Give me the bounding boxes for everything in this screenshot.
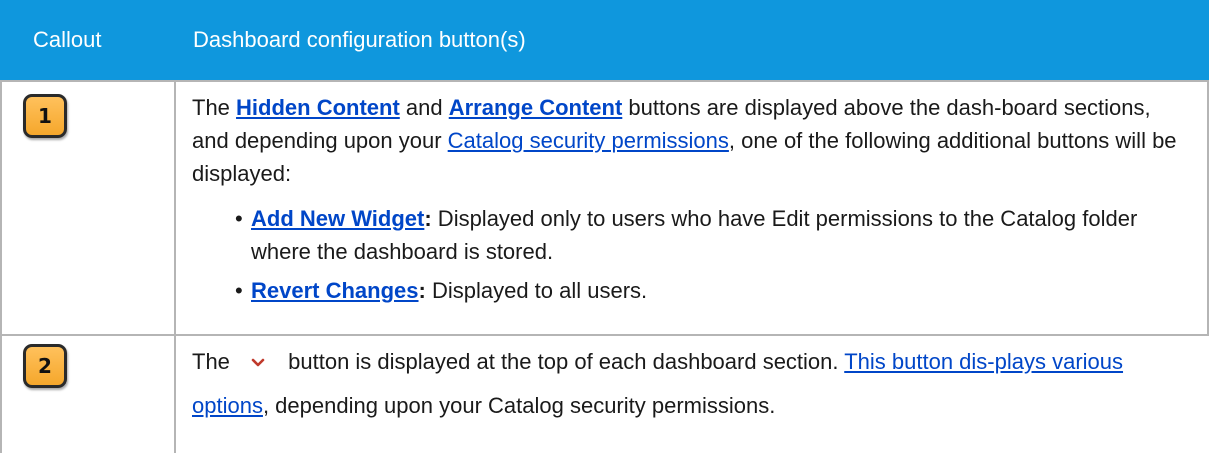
bullet-icon: • bbox=[235, 278, 243, 303]
callout-badge-1: 1 bbox=[23, 94, 67, 138]
list-item: • Add New Widget: Displayed only to user… bbox=[192, 202, 1192, 268]
row-1-description: The Hidden Content and Arrange Content b… bbox=[192, 91, 1192, 307]
arrange-content-link[interactable]: Arrange Content bbox=[449, 95, 623, 120]
hidden-content-link[interactable]: Hidden Content bbox=[236, 95, 400, 120]
row-2-description: The button is displayed at the top of ea… bbox=[192, 349, 1124, 418]
header-buttons: Dashboard configuration button(s) bbox=[193, 27, 526, 52]
chevron-down-icon bbox=[240, 349, 276, 377]
revert-changes-link[interactable]: Revert Changes bbox=[251, 278, 419, 303]
row-1-paragraph: The Hidden Content and Arrange Content b… bbox=[192, 95, 1177, 186]
catalog-security-permissions-link[interactable]: Catalog security permissions bbox=[448, 128, 729, 153]
table-row: 1 The Hidden Content and Arrange Content… bbox=[0, 80, 1209, 336]
list-item: • Revert Changes: Displayed to all users… bbox=[192, 274, 1192, 307]
bullet-icon: • bbox=[235, 206, 243, 231]
header-callout: Callout bbox=[33, 27, 102, 52]
callout-badge-2: 2 bbox=[23, 344, 67, 388]
add-new-widget-link[interactable]: Add New Widget bbox=[251, 206, 424, 231]
table-row: 2 The button is displayed at the top of … bbox=[0, 336, 1209, 453]
table-header: Callout Dashboard configuration button(s… bbox=[0, 0, 1209, 80]
